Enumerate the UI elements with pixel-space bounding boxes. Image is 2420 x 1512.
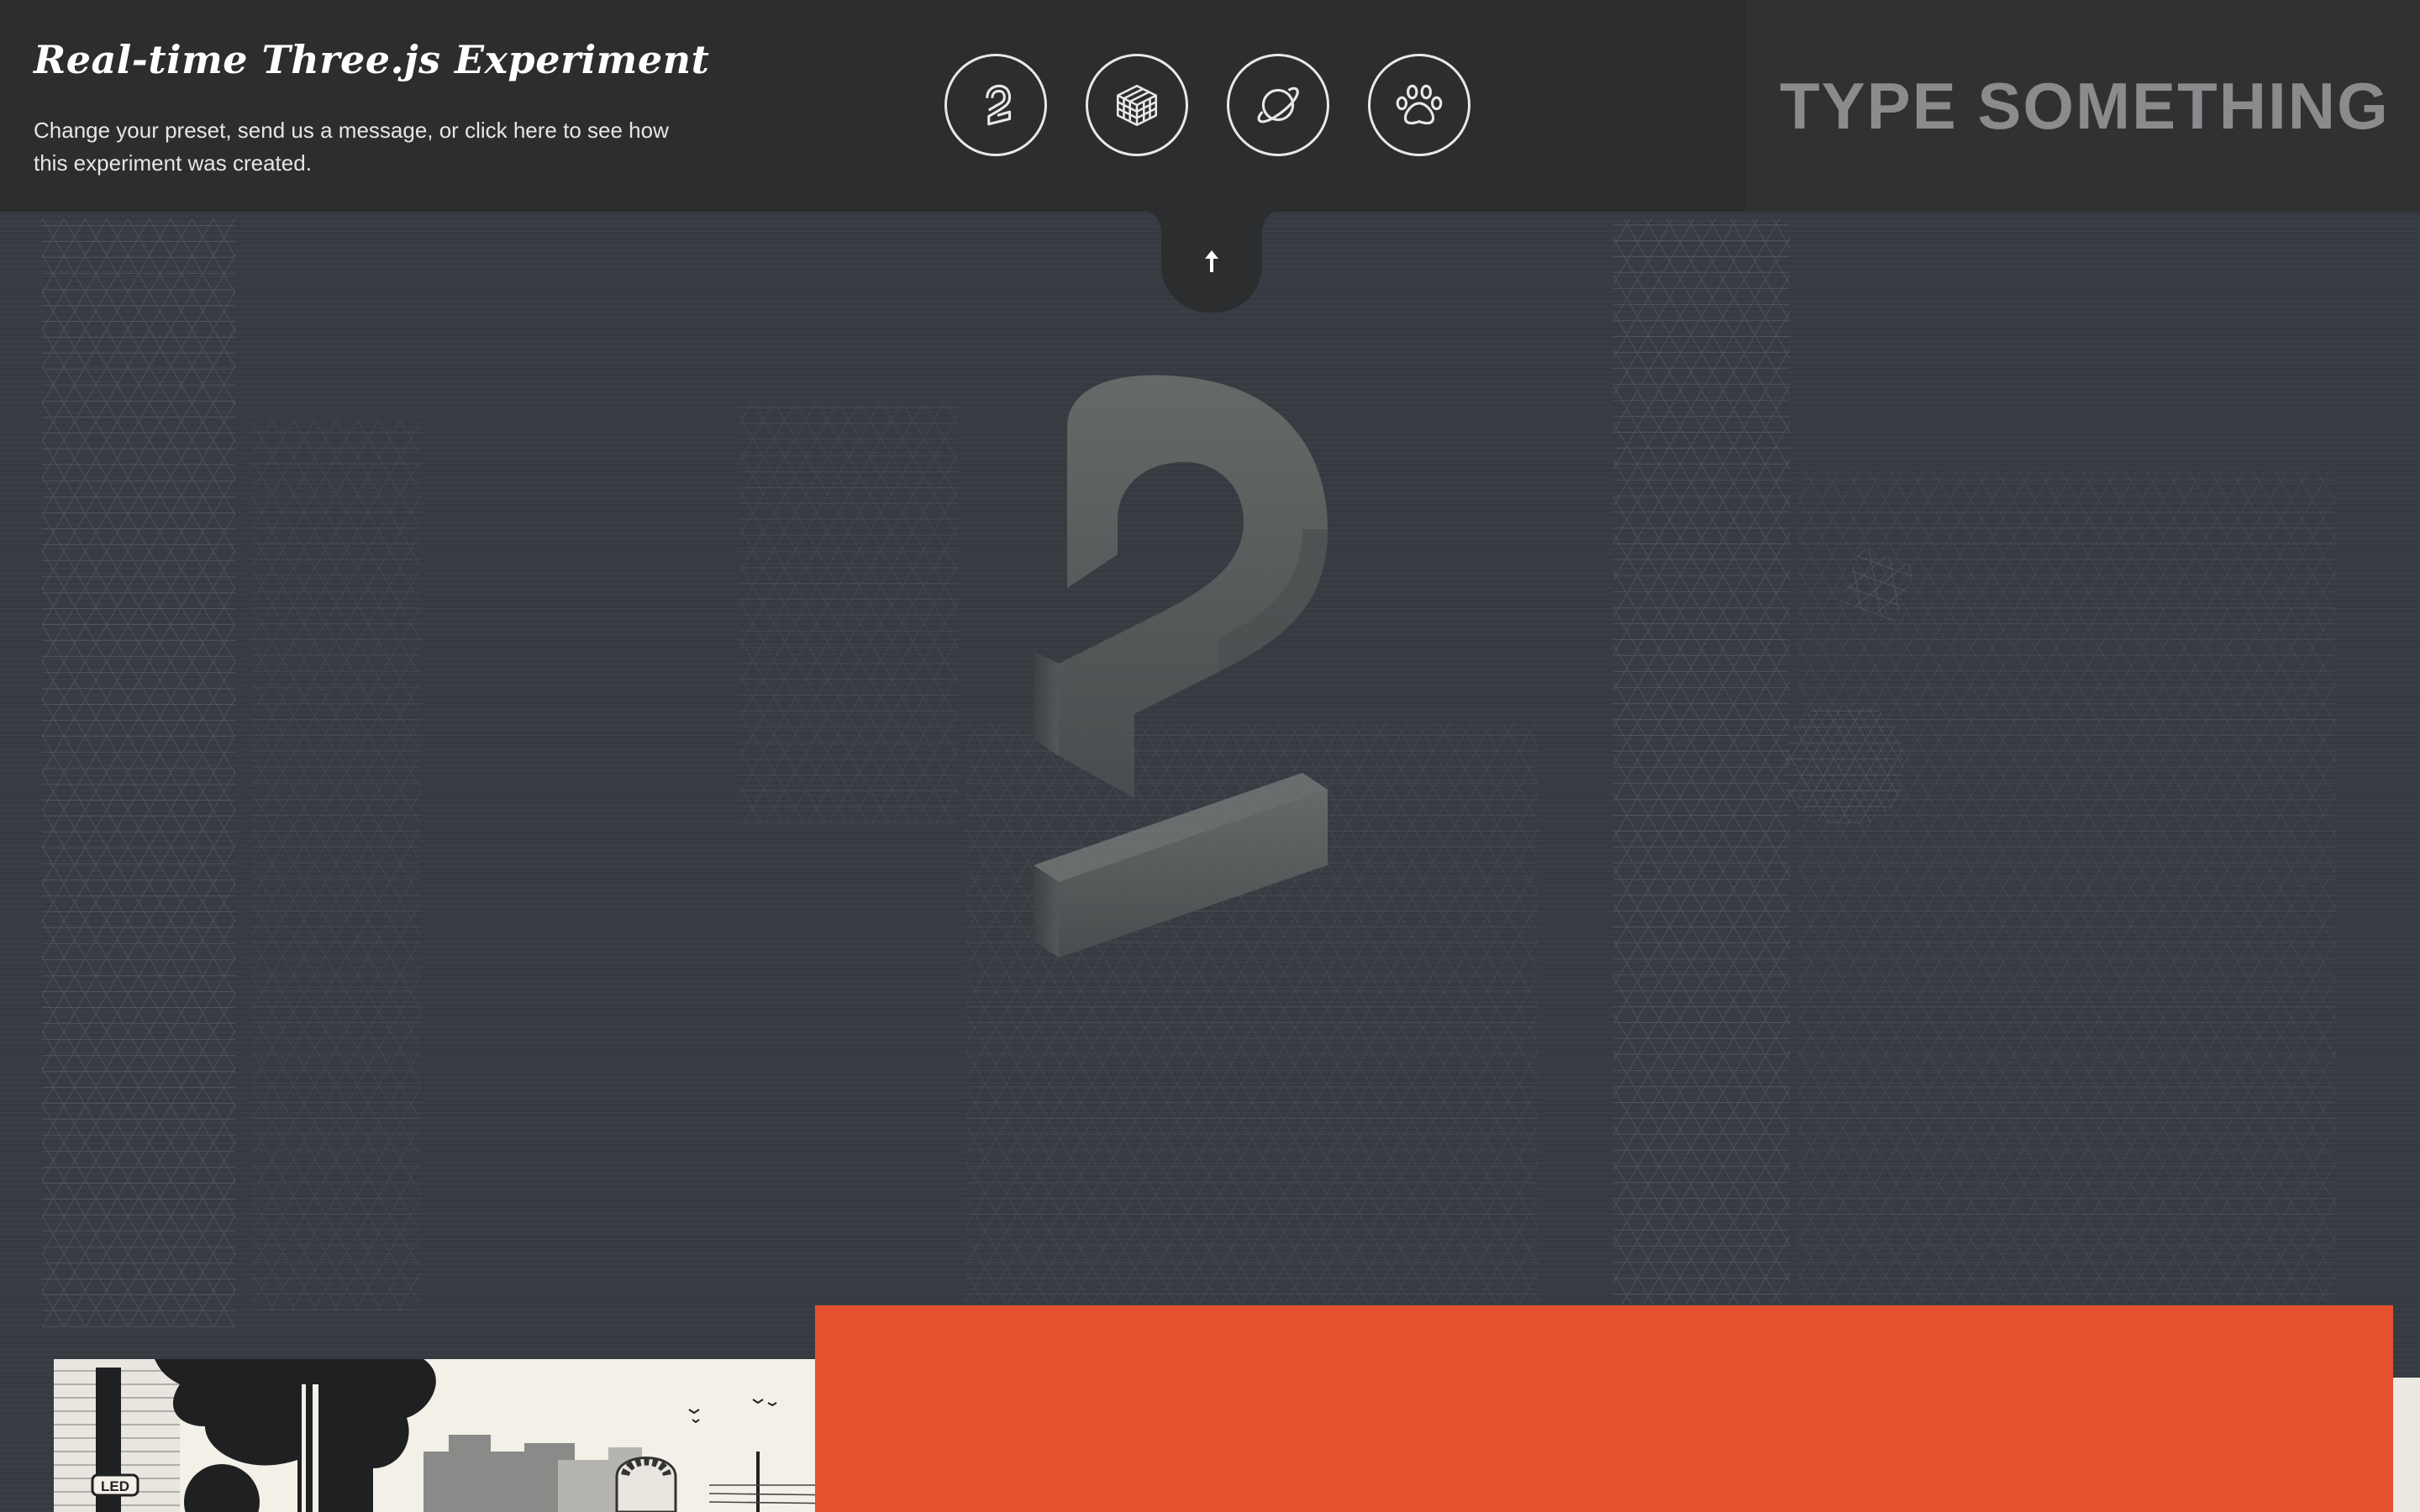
preset-button-planet[interactable] (1227, 54, 1329, 156)
page-description[interactable]: Change your preset, send us a message, o… (34, 114, 706, 180)
illustration-card[interactable]: LED (54, 1359, 844, 1512)
wireframe-mesh-center-left (739, 403, 958, 823)
led-sign: LED (101, 1478, 129, 1494)
message-input[interactable] (1746, 0, 2420, 212)
cube-icon (1116, 84, 1158, 127)
featured-card[interactable] (815, 1305, 2393, 1512)
page-title: Real-time Three.js Experiment (34, 37, 710, 82)
preset-button-two[interactable] (944, 54, 1047, 156)
question-mark-3d (1034, 375, 1328, 958)
card-edge (2393, 1378, 2420, 1512)
city-illustration: LED (54, 1359, 844, 1512)
arrow-up-icon (1205, 250, 1218, 272)
preset-button-paw[interactable] (1368, 54, 1470, 156)
wireframe-shape-medium (1786, 706, 1903, 823)
collapse-tab[interactable] (1141, 210, 1282, 312)
top-bar: Real-time Three.js Experiment Change you… (0, 0, 2420, 212)
preset-button-cube[interactable] (1086, 54, 1188, 156)
paw-icon (1396, 84, 1443, 125)
wireframe-mesh-left (42, 218, 235, 1327)
wireframe-mesh-left-2 (252, 420, 420, 1310)
planet-icon (1257, 87, 1299, 123)
number-two-icon (986, 84, 1012, 126)
wireframe-mesh-right (1613, 218, 1790, 1310)
